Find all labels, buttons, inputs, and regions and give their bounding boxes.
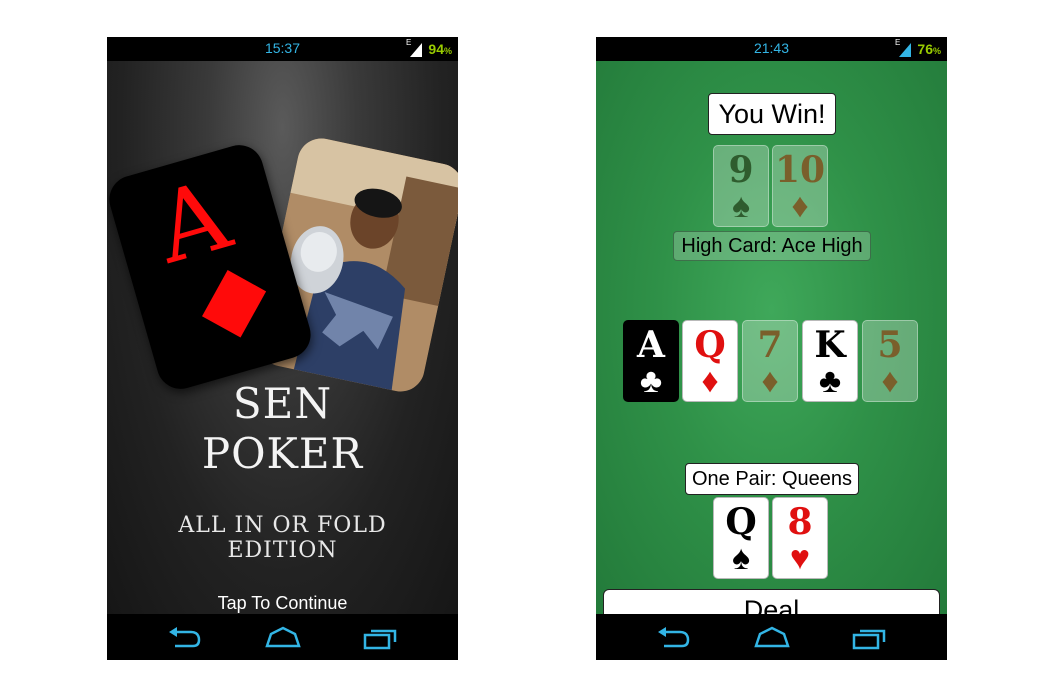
tap-to-continue[interactable]: Tap To Continue: [107, 593, 458, 614]
nav-bar: [107, 614, 458, 660]
status-bar: 21:43 E 76%: [596, 37, 947, 61]
network-type: E: [406, 38, 412, 47]
diamond-icon: ♦: [881, 362, 899, 400]
spade-icon: ♠: [731, 187, 751, 225]
back-icon[interactable]: [654, 626, 694, 650]
signal-icon: E: [406, 38, 424, 57]
back-icon[interactable]: [165, 626, 205, 650]
app-subtitle-line2: EDITION: [227, 538, 338, 563]
ace-of-diamonds-card: A: [107, 139, 317, 395]
diamond-icon: ♦: [761, 362, 779, 400]
diamond-icon: ♦: [791, 187, 809, 225]
spade-icon: ♠: [731, 539, 751, 577]
game-screen: 21:43 E 76% You Win! 9 ♠ 10 ♦ High Card:…: [596, 37, 947, 660]
signal-icon: E: [895, 38, 913, 57]
recent-apps-icon[interactable]: [361, 626, 401, 650]
battery-level: 76%: [917, 41, 941, 57]
result-label: You Win!: [708, 93, 836, 135]
opponent-card: 9 ♠: [713, 145, 769, 227]
app-title-line2: POKER: [201, 429, 364, 478]
network-type: E: [895, 38, 901, 47]
club-icon: ♣: [818, 362, 842, 400]
battery-level: 94%: [428, 41, 452, 57]
player-card: Q ♠: [713, 497, 769, 579]
community-card: K ♣: [802, 320, 858, 402]
nav-bar: [596, 614, 947, 660]
home-icon[interactable]: [752, 626, 792, 650]
community-card: 7 ♦: [742, 320, 798, 402]
heart-icon: ♥: [789, 539, 811, 577]
diamond-icon: ♦: [701, 362, 719, 400]
community-card: Q ♦: [682, 320, 738, 402]
recent-apps-icon[interactable]: [850, 626, 890, 650]
community-card: 5 ♦: [862, 320, 918, 402]
community-card: A ♣: [623, 320, 679, 402]
splash-background[interactable]: A SEN POKER ALL IN OR FOLD EDITION Tap T…: [107, 61, 458, 614]
home-icon[interactable]: [263, 626, 303, 650]
diamond-icon: [202, 270, 267, 338]
player-hand-label: One Pair: Queens: [685, 463, 859, 495]
player-card: 8 ♥: [772, 497, 828, 579]
ace-rank: A: [143, 158, 242, 286]
splash-screen: 15:37 E 94% A SEN POKER ALL IN OR FOLD E…: [107, 37, 458, 660]
club-icon: ♣: [639, 362, 663, 400]
status-bar: 15:37 E 94%: [107, 37, 458, 61]
opponent-hand-label: High Card: Ace High: [673, 231, 871, 261]
app-subtitle-line1: ALL IN OR FOLD: [178, 513, 387, 538]
opponent-card: 10 ♦: [772, 145, 828, 227]
poker-table: You Win! 9 ♠ 10 ♦ High Card: Ace High A …: [596, 61, 947, 632]
